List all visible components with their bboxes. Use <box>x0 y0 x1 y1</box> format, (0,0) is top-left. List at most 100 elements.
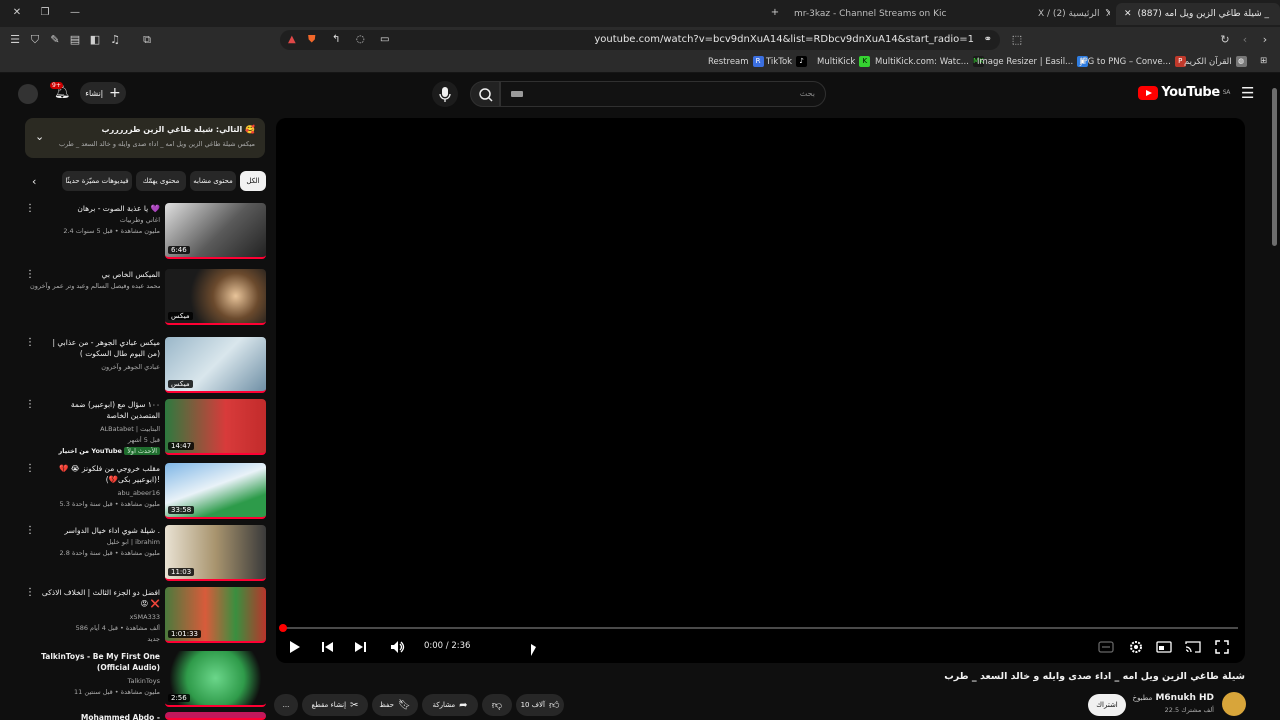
more-options-icon[interactable]: ⋮ <box>25 464 35 474</box>
thumbnail[interactable]: 6:46 <box>165 203 266 259</box>
share-button[interactable]: مشاركة ➦ <box>422 694 478 716</box>
bookmark-tiktok[interactable]: TikTok ♪ <box>766 56 808 67</box>
youtube-logo[interactable]: YouTube SA <box>1138 85 1230 100</box>
screenshot-icon[interactable]: ⧉ <box>140 33 154 47</box>
previous-icon[interactable] <box>318 638 336 656</box>
more-options-icon[interactable]: ⋮ <box>25 588 35 598</box>
new-tab-button[interactable]: + <box>768 6 782 20</box>
link-icon[interactable]: ⚭ <box>984 30 992 50</box>
reload-icon[interactable]: ↻ <box>1218 33 1232 47</box>
thumbnail[interactable]: 2:56 <box>165 651 266 707</box>
address-bar[interactable]: youtube.com/watch?v=bcv9dnXuA14&list=RDb… <box>280 30 1000 50</box>
voice-search-button[interactable] <box>432 81 458 107</box>
minimize-window-icon[interactable]: — <box>68 6 82 20</box>
keyboard-icon[interactable] <box>511 91 523 97</box>
bookmark-restream[interactable]: Restream R <box>708 56 764 67</box>
recommendation-item[interactable]: ⋮ ١٠٠ سؤال مع (ابوعبير) ضمة المتصدين الخ… <box>25 399 266 459</box>
like-button[interactable]: 10 آلاف 👍︎ <box>516 694 564 716</box>
chip-all[interactable]: الكل <box>240 171 266 191</box>
bookmark-multikick-watch[interactable]: MultiKick.com: Watc... MK <box>875 56 984 67</box>
settings-gear-icon[interactable] <box>1127 638 1145 656</box>
brave-shield-icon[interactable]: ⛊ <box>308 30 316 50</box>
more-options-icon[interactable]: ⋮ <box>25 338 35 348</box>
sidebar-icon[interactable]: ◧ <box>88 33 102 47</box>
recommendation-item[interactable]: TalkinToys - Be My First One (Official A… <box>25 651 266 709</box>
more-actions-icon: ... <box>282 701 290 709</box>
more-options-icon[interactable]: ⋮ <box>25 526 35 536</box>
account-avatar[interactable] <box>18 84 38 104</box>
thumbnail[interactable]: 11:03 <box>165 525 266 581</box>
channel-avatar[interactable] <box>1222 692 1246 716</box>
tab-x[interactable]: X / الرئيسية (2) 𝕏 <box>1030 3 1110 25</box>
more-options-icon[interactable]: ⋮ <box>25 400 35 410</box>
save-button[interactable]: حفظ 🔖︎ <box>372 694 418 716</box>
bookmark-jpg-to-png[interactable]: JPG to PNG – Conve... P <box>1080 56 1186 67</box>
music-icon[interactable]: ♫ <box>108 33 122 47</box>
subscribe-button[interactable]: اشتراك <box>1088 694 1126 716</box>
recommendation-item[interactable]: ⋮ شيلة شوي اداء خيال الدواسر . ابو خليل … <box>25 525 266 583</box>
forward-icon[interactable]: ‹ <box>1238 33 1252 47</box>
search-input[interactable]: بحث <box>500 81 826 107</box>
thumbnail[interactable]: 33:58 <box>165 463 266 519</box>
volume-icon[interactable] <box>388 638 406 656</box>
hamburger-menu-icon[interactable]: ☰ <box>1241 84 1254 102</box>
tab-youtube[interactable]: ✕ (887) شيلة طاغي الزين ويل امه _ <box>1116 3 1280 25</box>
bookmark-quran[interactable]: القرآن الكريم ◍ <box>1184 56 1247 67</box>
shield-icon[interactable]: ⛉ <box>28 33 42 47</box>
bookmarks-menu-icon[interactable]: ⊞ <box>1260 56 1267 66</box>
page-scrollbar[interactable] <box>1272 88 1277 246</box>
recommendation-item[interactable]: ⋮ يا عذبة الصوت - برهان 💜 اغاني وطربيات … <box>25 203 266 261</box>
dislike-button[interactable]: 👎︎ <box>482 694 512 716</box>
bookmark-image-resizer[interactable]: Image Resizer | Easil... ▣ <box>977 56 1089 67</box>
progress-bar[interactable] <box>282 627 1238 629</box>
chip-for-you[interactable]: محتوى يهمّك <box>136 171 186 191</box>
next-icon[interactable] <box>352 638 370 656</box>
brave-alert-icon[interactable]: ▲ <box>288 30 296 50</box>
miniplayer-icon[interactable] <box>1155 638 1173 656</box>
recommendation-item[interactable]: ⋮ الميكس الخاص بي محمد عبده وفيصل السالم… <box>25 269 266 327</box>
create-button[interactable]: إنشاء + <box>80 82 126 104</box>
play-icon[interactable] <box>285 638 303 656</box>
recommendation-item[interactable]: ⋮ ميكس عبادي الجوهر - من عذابي | (من الب… <box>25 337 266 395</box>
cast-url-icon[interactable]: ▭ <box>380 30 389 50</box>
more-options-icon[interactable]: ⋮ <box>25 270 35 280</box>
recommendation-item[interactable]: ⋮ افضل دو الجزء الثالث | الخلاف الاذكى 😡… <box>25 587 266 645</box>
cast-icon[interactable] <box>1184 638 1202 656</box>
more-actions-button[interactable]: ... <box>274 694 298 716</box>
chevron-down-icon[interactable]: ⌄ <box>35 130 44 143</box>
tabs-icon[interactable]: ▤ <box>68 33 82 47</box>
captions-icon[interactable] <box>1097 638 1115 656</box>
thumbnail[interactable] <box>165 712 266 720</box>
tab-kick[interactable]: mr-3kaz - Channel Streams on Kick \ ◍ <box>786 3 946 25</box>
fullscreen-icon[interactable] <box>1213 638 1231 656</box>
bookmark-multikick[interactable]: MultiKick K <box>817 56 871 67</box>
chat-icon[interactable]: ◌ <box>356 30 365 50</box>
chip-similar[interactable]: محتوى مشابه <box>190 171 236 191</box>
up-next-panel[interactable]: ⌄ التالي: شيلة طاغي الزين طرررررب 🥰 ميكس… <box>25 118 265 158</box>
chip-recent[interactable]: فيديوهات مميّزة حديثًا <box>62 171 132 191</box>
video-stats: 586 ألف مشاهدة • قبل 4 أيام <box>75 624 160 632</box>
close-tab-icon[interactable]: ✕ <box>1124 9 1132 19</box>
notifications-button[interactable]: 🔔︎ 9+ <box>50 82 71 100</box>
video-title: افضل دو الجزء الثالث | الخلاف الاذكى 😡 ❌ <box>41 588 160 608</box>
thumbnail[interactable]: ميكس <box>165 269 266 325</box>
close-window-icon[interactable]: ✕ <box>10 6 24 20</box>
progress-scrubber[interactable] <box>279 624 287 632</box>
clip-button[interactable]: إنشاء مقطع ✂ <box>302 694 368 716</box>
extension-icon[interactable]: ✎ <box>48 33 62 47</box>
channel-name: اغاني وطربيات <box>119 216 160 224</box>
back-icon[interactable]: › <box>1258 33 1272 47</box>
thumbnail[interactable]: 1:01:33 <box>165 587 266 643</box>
recommendation-item[interactable]: ⋮ مقلب خروجي من فلكونز 😭 💔 (ابوعبير بكى💔… <box>25 463 266 521</box>
recommendation-item[interactable]: Mohammed Abdo - Ekhtalafna <box>25 712 266 720</box>
thumbnail[interactable]: 14:47 <box>165 399 266 455</box>
menu-icon[interactable]: ☰ <box>8 33 22 47</box>
video-player[interactable] <box>276 118 1245 663</box>
bookmark-icon[interactable]: ⬚ <box>1010 33 1024 47</box>
search-button[interactable] <box>470 81 500 107</box>
thumbnail[interactable]: ميكس <box>165 337 266 393</box>
channel-name[interactable]: مطبوخ M6nukh HD <box>1133 693 1214 703</box>
restore-window-icon[interactable]: ❐ <box>38 6 52 20</box>
more-options-icon[interactable]: ⋮ <box>25 204 35 214</box>
share-url-icon[interactable]: ↰ <box>332 30 340 50</box>
